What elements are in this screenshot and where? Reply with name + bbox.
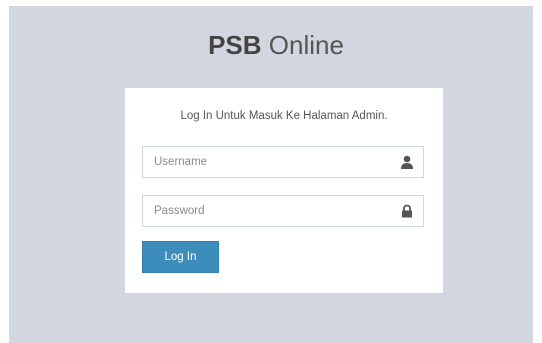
brand-name-light: Online [261, 30, 344, 60]
brand-name-strong: PSB [208, 30, 262, 60]
login-box: Log In Untuk Masuk Ke Halaman Admin. Log… [125, 88, 443, 293]
username-input[interactable] [143, 147, 393, 177]
login-box-message: Log In Untuk Masuk Ke Halaman Admin. [180, 110, 388, 122]
username-field-group [142, 146, 424, 178]
login-page: PSB Online Log In Untuk Masuk Ke Halaman… [9, 6, 533, 343]
lock-icon [402, 204, 412, 218]
login-logo: PSB Online [9, 30, 542, 60]
user-icon [401, 155, 413, 169]
password-input[interactable] [143, 196, 393, 226]
login-button[interactable]: Log In [142, 241, 219, 273]
password-field-group [142, 195, 424, 227]
